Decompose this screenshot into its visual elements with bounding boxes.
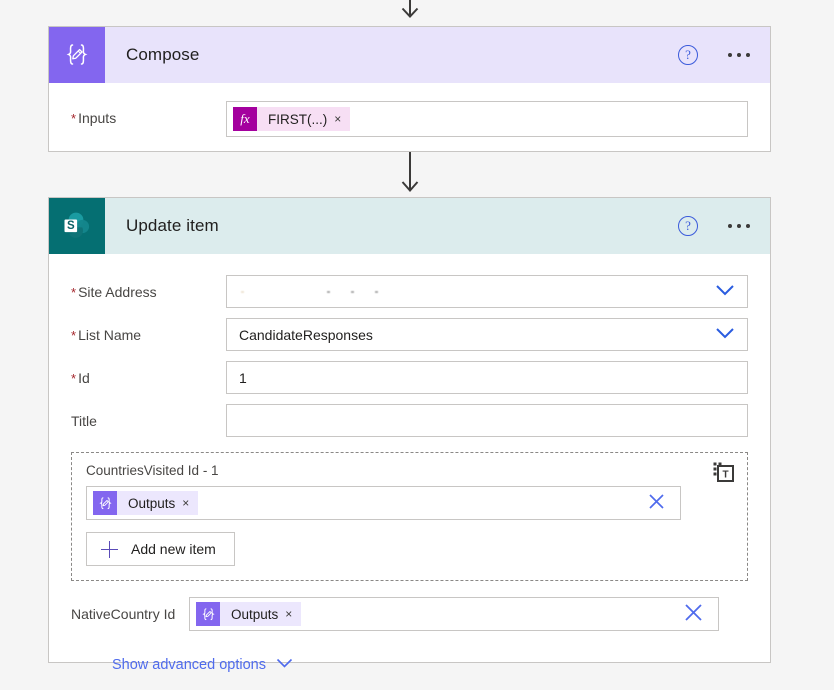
id-control[interactable]: 1: [226, 361, 748, 394]
update-item-action-card[interactable]: S Update item ? * Site Address * List Na…: [48, 197, 771, 673]
list-name-row: * List Name CandidateResponses: [49, 308, 770, 351]
list-name-control[interactable]: CandidateResponses: [226, 318, 748, 351]
update-item-card-header[interactable]: S Update item ?: [49, 198, 770, 254]
outputs-token-text: Outputs: [128, 495, 176, 511]
sharepoint-icon: S: [49, 198, 105, 254]
countries-visited-row: CountriesVisited Id - 1 T Outputs × Add …: [49, 437, 770, 581]
svg-text:S: S: [67, 220, 75, 232]
site-address-input[interactable]: [226, 275, 748, 308]
native-country-label-text: NativeCountry Id: [71, 606, 176, 622]
id-label: * Id: [71, 361, 226, 386]
help-question-icon[interactable]: ?: [678, 216, 698, 236]
compose-braces-pencil-icon: [93, 491, 117, 515]
site-address-row: * Site Address: [49, 254, 770, 308]
native-country-label: NativeCountry Id: [71, 597, 189, 622]
countries-visited-array-box: CountriesVisited Id - 1 T Outputs × Add …: [71, 452, 748, 581]
required-asterisk: *: [71, 285, 77, 300]
update-item-header-actions: ?: [678, 198, 752, 254]
show-advanced-options-label: Show advanced options: [112, 657, 266, 673]
arrow-into-compose: [398, 0, 422, 22]
chevron-down-icon[interactable]: [715, 284, 735, 300]
required-asterisk: *: [71, 111, 77, 126]
site-address-label-text: Site Address: [78, 284, 157, 300]
update-item-card-title: Update item: [126, 216, 219, 235]
help-question-icon[interactable]: ?: [678, 45, 698, 65]
compose-card-header[interactable]: Compose ?: [49, 27, 770, 83]
advanced-options-row: Show advanced options: [49, 631, 770, 673]
native-country-control[interactable]: Outputs ×: [189, 597, 719, 631]
compose-inputs-input[interactable]: fx FIRST(...) ×: [226, 101, 748, 137]
native-country-row: NativeCountry Id Outputs ×: [49, 581, 770, 631]
svg-text:T: T: [722, 470, 728, 481]
countries-visited-label: CountriesVisited Id - 1: [86, 463, 219, 478]
title-input[interactable]: [226, 404, 748, 437]
list-name-value: CandidateResponses: [239, 326, 373, 343]
required-asterisk: *: [71, 371, 77, 386]
expression-token-text: FIRST(...): [268, 111, 328, 127]
list-name-label-text: List Name: [78, 327, 142, 343]
add-new-item-button[interactable]: Add new item: [86, 532, 235, 566]
site-address-redacted-value: [235, 290, 378, 293]
native-country-input[interactable]: Outputs ×: [189, 597, 719, 631]
add-new-item-label: Add new item: [131, 541, 216, 557]
required-asterisk: *: [71, 328, 77, 343]
flow-designer-canvas: Compose ? * Inputs fx FIRST(...) × S Upd…: [0, 0, 834, 690]
remove-token-icon[interactable]: ×: [334, 112, 341, 126]
compose-braces-pencil-icon: [49, 27, 105, 83]
countries-visited-item-input[interactable]: Outputs ×: [86, 486, 681, 520]
title-row: Title: [49, 394, 770, 437]
compose-header-actions: ?: [678, 27, 752, 83]
outputs-token[interactable]: Outputs ×: [93, 491, 199, 515]
outputs-token-body: Outputs ×: [117, 491, 199, 515]
expression-token-body: FIRST(...) ×: [257, 107, 351, 131]
compose-card-body: * Inputs fx FIRST(...) ×: [49, 83, 770, 137]
more-options-ellipsis-icon[interactable]: [726, 218, 752, 234]
compose-braces-pencil-icon: [196, 602, 220, 626]
outputs-token[interactable]: Outputs ×: [196, 602, 302, 626]
expression-token-first[interactable]: fx FIRST(...) ×: [233, 107, 351, 131]
chevron-down-icon[interactable]: [715, 327, 735, 343]
id-input[interactable]: 1: [226, 361, 748, 394]
site-address-control[interactable]: [226, 275, 748, 308]
compose-action-card[interactable]: Compose ? * Inputs fx FIRST(...) ×: [48, 26, 771, 152]
remove-token-icon[interactable]: ×: [182, 496, 189, 510]
outputs-token-text: Outputs: [231, 606, 279, 622]
title-control[interactable]: [226, 404, 748, 437]
compose-inputs-label: * Inputs: [71, 101, 226, 126]
clear-x-icon[interactable]: [683, 602, 704, 626]
chevron-down-icon: [276, 657, 293, 673]
title-label: Title: [71, 404, 226, 429]
update-item-card-body: * Site Address * List Name CandidateResp…: [49, 254, 770, 673]
list-name-input[interactable]: CandidateResponses: [226, 318, 748, 351]
clear-x-icon[interactable]: [647, 492, 666, 514]
list-name-label: * List Name: [71, 318, 226, 343]
compose-inputs-label-text: Inputs: [78, 110, 117, 126]
title-label-text: Title: [71, 413, 97, 429]
show-advanced-options-link[interactable]: Show advanced options: [112, 657, 293, 673]
compose-card-title: Compose: [126, 45, 200, 64]
more-options-ellipsis-icon[interactable]: [726, 47, 752, 63]
plus-icon: [101, 540, 118, 558]
remove-token-icon[interactable]: ×: [285, 607, 292, 621]
site-address-label: * Site Address: [71, 275, 226, 300]
compose-inputs-control[interactable]: fx FIRST(...) ×: [226, 101, 748, 137]
function-fx-icon: fx: [233, 107, 257, 131]
arrow-compose-to-update-item: [398, 152, 422, 196]
switch-to-text-mode-icon[interactable]: T: [713, 461, 735, 488]
compose-inputs-row: * Inputs fx FIRST(...) ×: [49, 83, 770, 137]
id-label-text: Id: [78, 370, 90, 386]
id-value: 1: [239, 369, 247, 386]
id-row: * Id 1: [49, 351, 770, 394]
outputs-token-body: Outputs ×: [220, 602, 302, 626]
